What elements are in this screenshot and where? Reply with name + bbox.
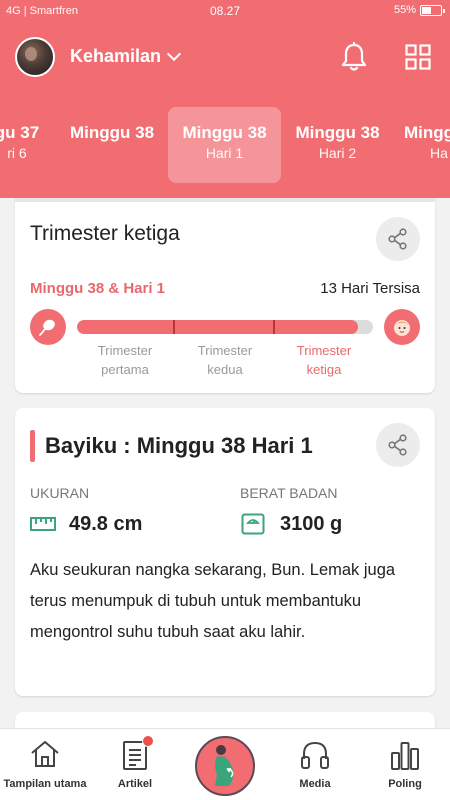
trimester-stage-1: Trimester pertama xyxy=(97,343,153,377)
nav-poll[interactable]: Poling xyxy=(360,729,450,800)
week-tab-label: Minggu 38 xyxy=(69,123,155,142)
days-remaining: 13 Hari Tersisa xyxy=(320,280,420,297)
pregnancy-center-button[interactable] xyxy=(195,736,255,796)
week-tab[interactable]: gu 37 ri 6 xyxy=(0,107,52,183)
week-tab[interactable]: Mingg Ha xyxy=(398,107,450,183)
share-icon xyxy=(388,228,407,250)
trimester-stage-3: Trimester ketiga xyxy=(296,343,352,377)
nav-poll-label: Poling xyxy=(388,778,422,790)
nav-media[interactable]: Media xyxy=(270,729,360,800)
week-tab-selected[interactable]: Minggu 38 Hari 1 xyxy=(168,107,281,183)
home-icon xyxy=(31,741,59,767)
week-tab-day: Hari 2 xyxy=(318,145,357,161)
nav-home[interactable]: Tampilan utama xyxy=(0,729,90,800)
pregnancy-start-icon xyxy=(30,309,66,345)
nav-home-label: Tampilan utama xyxy=(3,778,87,790)
size-value: 49.8 cm xyxy=(69,513,143,535)
week-tab-day: ri 6 xyxy=(7,145,27,161)
baby-face-icon xyxy=(384,309,420,345)
week-tab-day: Ha xyxy=(430,145,448,161)
scale-icon xyxy=(241,513,265,535)
chevron-down-icon xyxy=(166,46,182,62)
share-button[interactable] xyxy=(376,423,420,467)
accent-bar xyxy=(30,430,35,462)
week-tab[interactable]: Minggu 38 Hari 2 xyxy=(285,107,390,183)
notification-badge xyxy=(142,735,154,747)
week-tab-label: Minggu 38 xyxy=(182,123,267,142)
clock: 08.27 xyxy=(209,4,241,18)
grid-menu-icon[interactable] xyxy=(405,44,431,70)
baby-title: Bayiku : Minggu 38 Hari 1 xyxy=(45,433,313,458)
header-title: Kehamilan xyxy=(70,46,162,66)
bell-icon[interactable] xyxy=(340,42,368,72)
week-tab-day: Hari 1 xyxy=(205,145,244,161)
weight-label: BERAT BADAN xyxy=(240,485,338,501)
baby-info-card: Bayiku : Minggu 38 Hari 1 UKURAN 49.8 cm… xyxy=(15,408,435,696)
current-week-label: Minggu 38 & Hari 1 xyxy=(30,280,166,297)
week-tab-label: gu 37 xyxy=(0,123,40,142)
share-icon xyxy=(388,434,407,456)
battery-indicator: 55% xyxy=(393,4,445,16)
trimester-card: Trimester ketiga Minggu 38 & Hari 1 13 H… xyxy=(15,198,435,393)
headphones-icon xyxy=(301,741,329,769)
week-tab-label: Minggu 38 xyxy=(295,123,380,142)
pregnancy-progress-bar xyxy=(77,320,373,334)
nav-media-label: Media xyxy=(299,778,331,790)
pregnant-woman-icon xyxy=(215,745,234,786)
week-tab[interactable]: Minggu 38 xyxy=(60,107,164,183)
weight-value: 3100 g xyxy=(280,513,343,535)
week-carousel[interactable]: gu 37 ri 6 Minggu 38 Minggu 38 Hari 1 Mi… xyxy=(0,107,450,187)
status-bar: 4G | Smartfren 08.27 55% xyxy=(0,0,450,22)
battery-icon xyxy=(420,4,445,16)
trimester-title: Trimester ketiga xyxy=(30,222,180,245)
nav-article[interactable]: Artikel xyxy=(90,729,180,800)
ruler-icon xyxy=(30,517,56,531)
pregnancy-dropdown[interactable]: Kehamilan xyxy=(70,46,182,67)
nav-article-label: Artikel xyxy=(117,778,153,790)
battery-percent: 55% xyxy=(393,4,416,16)
bar-chart-icon xyxy=(391,742,419,770)
avatar[interactable] xyxy=(15,37,55,77)
week-tab-label: Mingg xyxy=(404,123,450,142)
app-header: Kehamilan gu 37 ri 6 Minggu 38 Minggu 38… xyxy=(0,22,450,198)
baby-description: Aku seukuran nangka sekarang, Bun. Lemak… xyxy=(30,561,396,641)
size-label: UKURAN xyxy=(30,485,90,501)
trimester-stage-2: Trimester kedua xyxy=(197,343,253,377)
share-button[interactable] xyxy=(376,217,420,261)
